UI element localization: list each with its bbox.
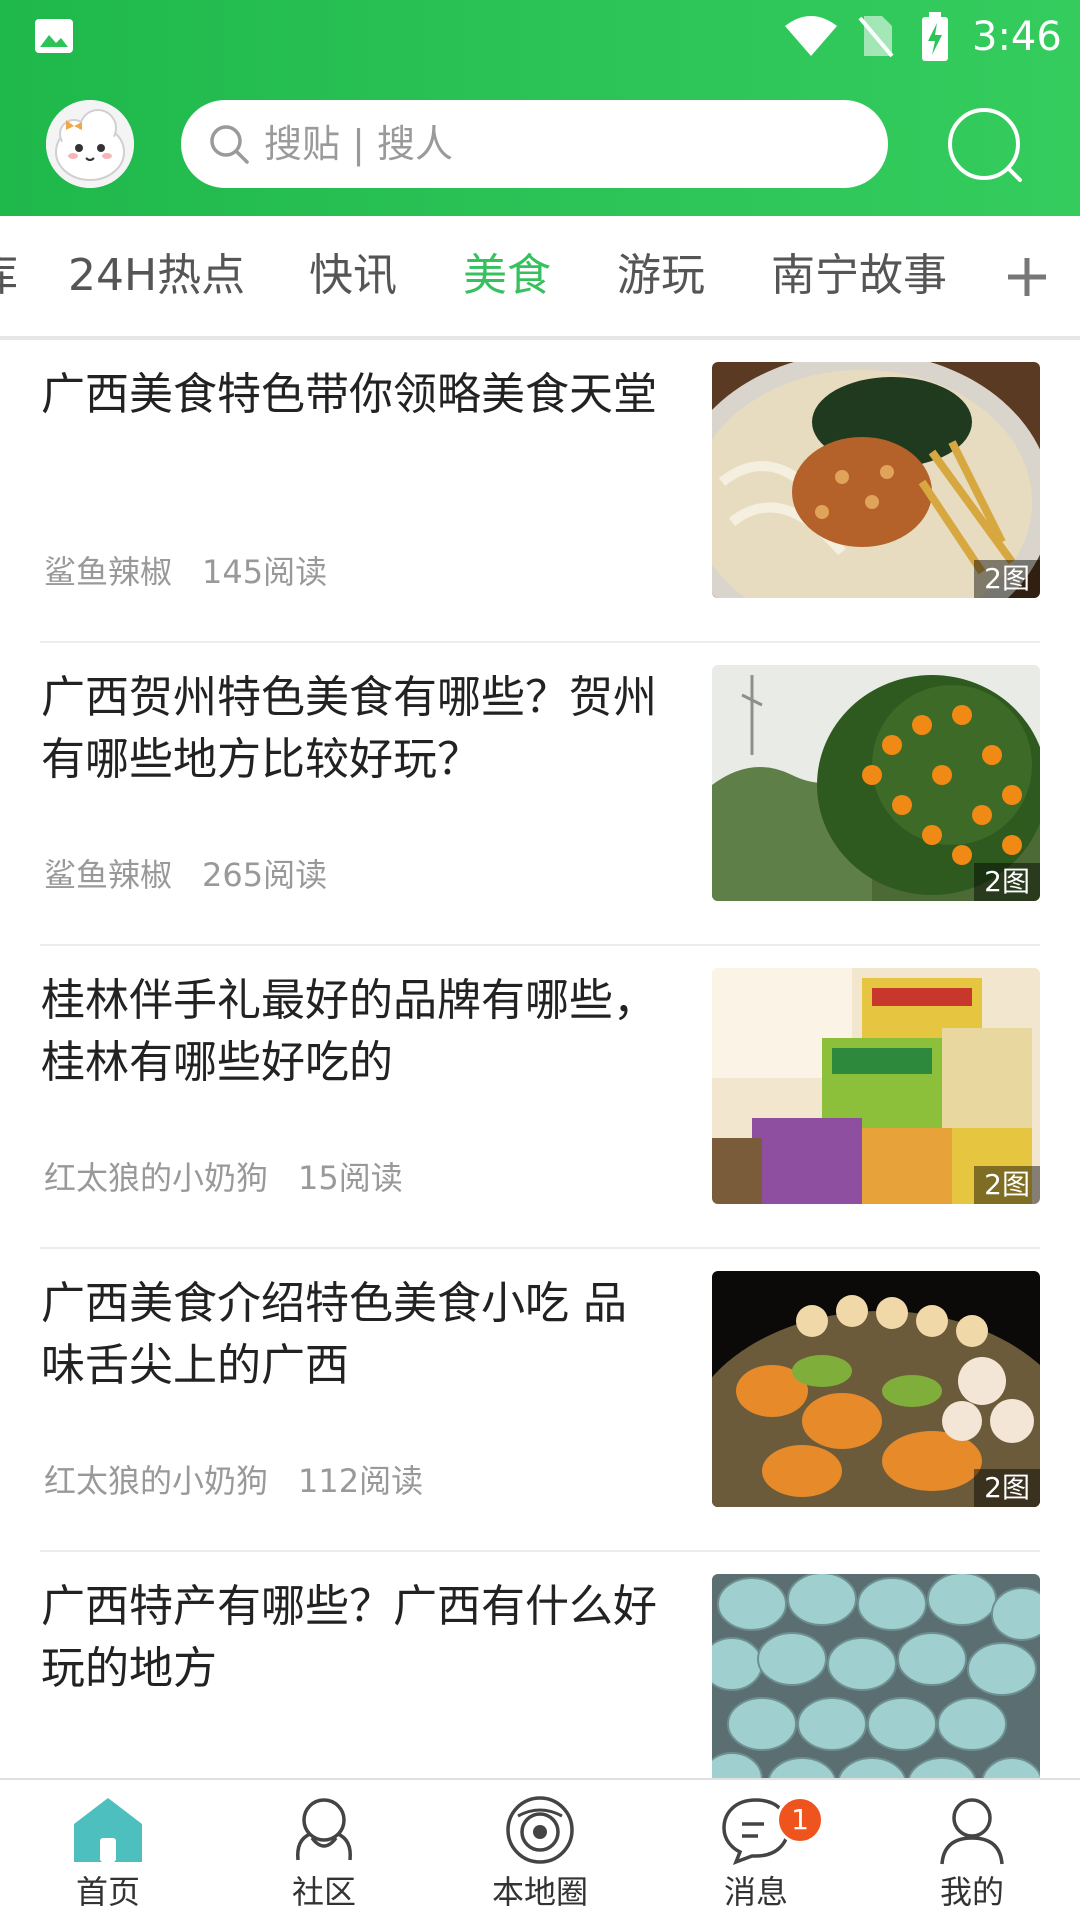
- article-thumbnail: [712, 1574, 1040, 1778]
- article-author: 鲨鱼辣椒: [44, 553, 173, 591]
- article-title: 桂林伴手礼最好的品牌有哪些，桂林有哪些好吃的: [41, 975, 657, 1088]
- nav-messages-label: 消息: [723, 1873, 788, 1911]
- article-item[interactable]: 广西美食介绍特色美食小吃 品味舌尖上的广西 红太狼的小奶狗 112阅读 2图: [0, 1249, 1080, 1552]
- article-item[interactable]: 广西美食特色带你领略美食天堂 鲨鱼辣椒 145阅读 2图: [0, 340, 1080, 643]
- article-meta: 红太狼的小奶狗 112阅读: [44, 1461, 423, 1501]
- article-meta: 鲨鱼辣椒 145阅读: [44, 552, 327, 592]
- tab-news-flash[interactable]: 快讯: [309, 246, 397, 306]
- article-author: 红太狼的小奶狗: [44, 1159, 269, 1197]
- article-reads: 15阅读: [298, 1159, 403, 1197]
- article-thumbnail: 2图: [712, 665, 1040, 901]
- community-icon: [296, 1798, 352, 1861]
- image-count-badge: 2图: [974, 560, 1040, 598]
- tab-nanning-stories[interactable]: 南宁故事: [771, 246, 947, 306]
- nav-messages[interactable]: 1 消息: [648, 1780, 864, 1922]
- category-tabs: 库 24H热点 快讯 美食 游玩 南宁故事: [0, 216, 1080, 340]
- nav-local-circle[interactable]: 本地圈: [432, 1780, 648, 1922]
- tab-food[interactable]: 美食: [463, 246, 551, 306]
- home-icon: [74, 1798, 142, 1862]
- user-avatar[interactable]: [46, 100, 134, 188]
- bottom-navigation: 首页 社区 本地圈 1 消息 我的: [0, 1778, 1080, 1922]
- tab-partial[interactable]: 库: [0, 246, 18, 306]
- search-input[interactable]: 搜贴 | 搜人: [181, 100, 888, 188]
- article-thumbnail: 2图: [712, 968, 1040, 1204]
- add-tab-icon[interactable]: [1002, 252, 1052, 302]
- nav-local-circle-label: 本地圈: [491, 1873, 588, 1911]
- article-title: 广西美食特色带你领略美食天堂: [41, 369, 657, 420]
- local-circle-icon: [506, 1796, 574, 1864]
- article-title: 广西特产有哪些？广西有什么好玩的地方: [41, 1581, 657, 1694]
- article-thumbnail: 2图: [712, 1271, 1040, 1507]
- image-count-badge: 2图: [974, 863, 1040, 901]
- article-title: 广西贺州特色美食有哪些？贺州有哪些地方比较好玩？: [41, 672, 657, 785]
- nav-community[interactable]: 社区: [216, 1780, 432, 1922]
- nav-me[interactable]: 我的: [864, 1780, 1080, 1922]
- article-item[interactable]: 桂林伴手礼最好的品牌有哪些，桂林有哪些好吃的 红太狼的小奶狗 15阅读 2图: [0, 946, 1080, 1249]
- article-reads: 145阅读: [202, 553, 328, 591]
- no-sim-icon: [858, 16, 894, 58]
- article-meta: 鲨鱼辣椒 265阅读: [44, 855, 327, 895]
- article-title: 广西美食介绍特色美食小吃 品味舌尖上的广西: [41, 1278, 627, 1391]
- article-meta: 红太狼的小奶狗 15阅读: [44, 1158, 403, 1198]
- message-badge: 1: [776, 1796, 824, 1844]
- article-reads: 265阅读: [202, 856, 328, 894]
- search-button-icon[interactable]: [944, 104, 1028, 188]
- nav-me-label: 我的: [939, 1873, 1004, 1911]
- tab-play[interactable]: 游玩: [617, 246, 705, 306]
- article-item[interactable]: 广西特产有哪些？广西有什么好玩的地方: [0, 1552, 1080, 1778]
- article-thumbnail: 2图: [712, 362, 1040, 598]
- duck-eggs-image: [712, 1574, 1040, 1778]
- profile-icon: [940, 1798, 1004, 1865]
- status-bar: 3:46: [0, 0, 1080, 76]
- image-count-badge: 2图: [974, 1469, 1040, 1507]
- status-time: 3:46: [972, 14, 1062, 60]
- article-author: 鲨鱼辣椒: [44, 856, 173, 894]
- tab-24h-hot[interactable]: 24H热点: [68, 246, 245, 306]
- app-header: 3:46 搜贴 | 搜人: [0, 0, 1080, 216]
- search-icon: [210, 125, 249, 164]
- wifi-icon: [785, 16, 837, 56]
- article-reads: 112阅读: [298, 1462, 424, 1500]
- image-count-badge: 2图: [974, 1166, 1040, 1204]
- search-placeholder: 搜贴 | 搜人: [264, 122, 453, 166]
- article-feed: 广西美食特色带你领略美食天堂 鲨鱼辣椒 145阅读 2图 广西贺州特色美食有哪些？…: [0, 340, 1080, 1778]
- article-item[interactable]: 广西贺州特色美食有哪些？贺州有哪些地方比较好玩？ 鲨鱼辣椒 265阅读 2图: [0, 643, 1080, 946]
- nav-home[interactable]: 首页: [0, 1780, 216, 1922]
- battery-charging-icon: [922, 12, 948, 61]
- nav-community-label: 社区: [291, 1873, 356, 1911]
- image-notification-icon: [35, 19, 73, 53]
- nav-home-label: 首页: [75, 1873, 140, 1911]
- avatar-cartoon-icon: [46, 100, 134, 188]
- article-author: 红太狼的小奶狗: [44, 1462, 269, 1500]
